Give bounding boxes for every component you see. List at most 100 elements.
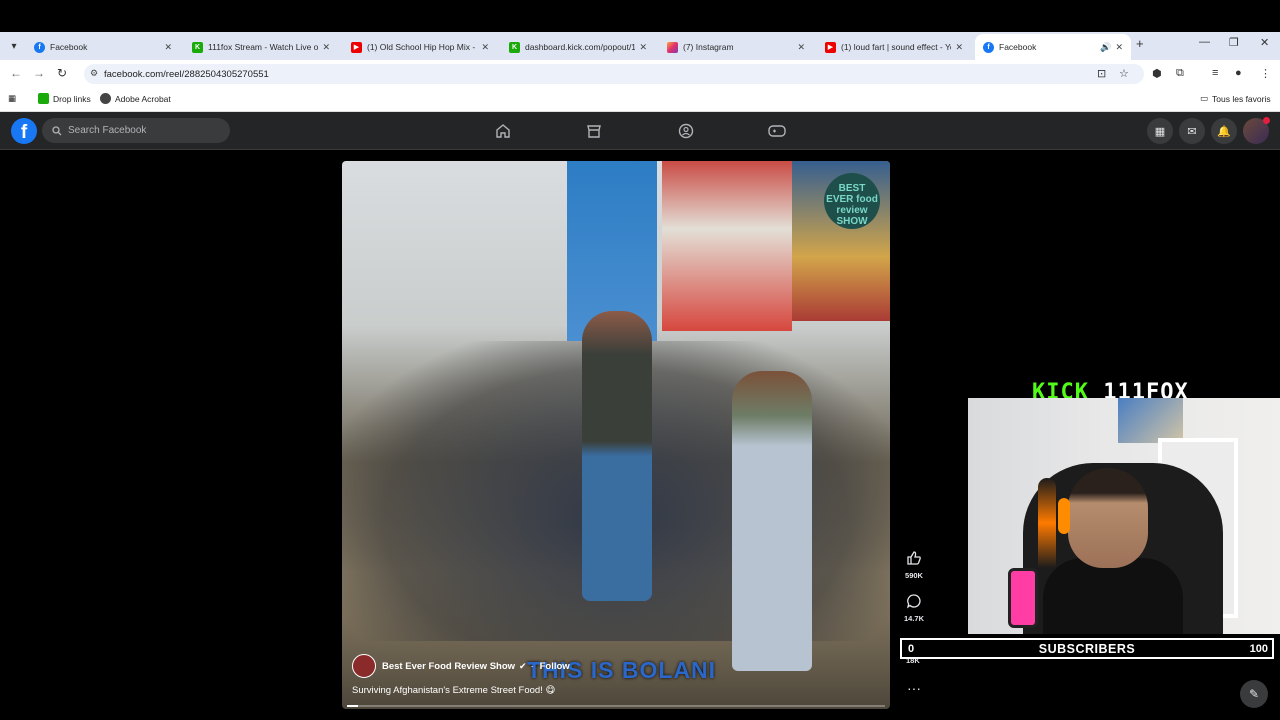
bookmark-drop-links[interactable]: Drop links xyxy=(38,93,91,104)
tab-title: Facebook xyxy=(999,42,1037,52)
tab-hip-hop-mix[interactable]: ▶ (1) Old School Hip Hop Mix - S ✕ xyxy=(343,34,497,60)
media-control-icon[interactable]: ≡ xyxy=(1212,67,1218,79)
show-watermark-logo: BEST EVER food review SHOW xyxy=(824,173,880,229)
forward-arrow-icon[interactable]: → xyxy=(33,66,45,80)
menu-dots-icon[interactable]: ⋮ xyxy=(1260,67,1271,80)
channel-name[interactable]: Best Ever Food Review Show xyxy=(382,661,515,672)
apps-grid-icon[interactable]: ▦ xyxy=(8,93,16,104)
facebook-search[interactable] xyxy=(42,118,230,143)
webcam-headset xyxy=(1058,498,1070,534)
messenger-icon[interactable]: ✉ xyxy=(1179,118,1205,144)
reel-channel-row: Best Ever Food Review Show ✔ · Follow xyxy=(352,654,570,678)
reload-icon[interactable]: ↻ xyxy=(57,66,67,80)
bookmarks-bar: ▦ Drop links Adobe Acrobat ▭ Tous les fa… xyxy=(0,88,1280,112)
tab-title: (1) loud fart | sound effect - Yo xyxy=(841,42,952,52)
url-field[interactable]: facebook.com/reel/2882504305270551 xyxy=(84,64,1144,84)
verified-badge-icon: ✔ xyxy=(519,660,527,671)
tab-title: 111fox Stream - Watch Live on xyxy=(208,42,319,52)
tab-title: (1) Old School Hip Hop Mix - S xyxy=(367,42,478,52)
bookmark-label: Drop links xyxy=(53,93,91,104)
install-app-icon[interactable]: ⊡ xyxy=(1097,67,1106,80)
globe-icon: · xyxy=(530,661,534,671)
tab-title: dashboard.kick.com/popout/11 xyxy=(525,42,636,52)
window-close-icon[interactable]: ✕ xyxy=(1260,36,1269,49)
gaming-icon[interactable] xyxy=(765,120,789,142)
tab-kick-dashboard[interactable]: K dashboard.kick.com/popout/11 ✕ xyxy=(501,34,655,60)
back-arrow-icon[interactable]: ← xyxy=(10,66,22,80)
speaker-icon[interactable]: 🔊 xyxy=(1100,42,1111,53)
kick-favicon-icon: K xyxy=(192,41,203,53)
marketplace-icon[interactable] xyxy=(582,120,606,142)
search-icon xyxy=(52,125,62,135)
facebook-favicon-icon: f xyxy=(983,41,994,53)
screen: ▾ f Facebook ✕ K 111fox Stream - Watch L… xyxy=(0,0,1280,720)
notifications-bell-icon[interactable]: 🔔 xyxy=(1211,118,1237,144)
window-top-bar xyxy=(0,0,1280,32)
tab-close-icon[interactable]: ✕ xyxy=(322,42,330,53)
like-action[interactable]: 590K xyxy=(900,550,928,580)
subscriber-goal: 100 xyxy=(1249,642,1268,655)
home-icon[interactable] xyxy=(491,120,515,142)
video-progress-bar[interactable] xyxy=(347,705,885,707)
profile-icon[interactable]: ● xyxy=(1235,67,1242,79)
tab-close-icon[interactable]: ✕ xyxy=(955,42,963,53)
tab-close-icon[interactable]: ✕ xyxy=(797,42,805,53)
subscriber-label: SUBSCRIBERS xyxy=(1038,641,1136,656)
tab-instagram[interactable]: (7) Instagram ✕ xyxy=(659,34,813,60)
youtube-favicon-icon: ▶ xyxy=(351,41,362,53)
reel-video[interactable]: BEST EVER food review SHOW THIS IS BOLAN… xyxy=(342,161,890,709)
facebook-logo-icon[interactable]: f xyxy=(11,118,37,144)
comment-bubble-icon xyxy=(900,593,928,612)
tab-title: (7) Instagram xyxy=(683,42,734,52)
all-bookmarks[interactable]: ▭ Tous les favoris xyxy=(1200,93,1271,104)
instagram-favicon-icon xyxy=(667,41,678,53)
subscriber-goal-bar: 0 SUBSCRIBERS 100 xyxy=(900,638,1274,659)
thumbs-up-icon xyxy=(900,550,928,569)
url-text: facebook.com/reel/2882504305270551 xyxy=(104,68,269,80)
watermark-text: BEST EVER food review SHOW xyxy=(826,183,878,227)
all-bookmarks-label: Tous les favoris xyxy=(1212,93,1271,104)
maximize-icon[interactable]: ❐ xyxy=(1229,36,1239,49)
search-input[interactable] xyxy=(68,125,218,136)
minimize-icon[interactable]: — xyxy=(1199,36,1210,48)
facebook-favicon-icon: f xyxy=(34,41,45,53)
tab-loud-fart[interactable]: ▶ (1) loud fart | sound effect - Yo ✕ xyxy=(817,34,971,60)
youtube-favicon-icon: ▶ xyxy=(825,41,836,53)
new-tab-plus-icon[interactable]: + xyxy=(1136,36,1144,51)
address-bar-row: ← → ↻ facebook.com/reel/2882504305270551… xyxy=(0,60,1280,88)
tab-close-icon[interactable]: ✕ xyxy=(639,42,647,53)
webcam-streamer-head xyxy=(1068,468,1148,568)
video-scene-boy xyxy=(732,371,812,671)
more-options-icon[interactable]: ··· xyxy=(900,680,928,696)
edit-pencil-icon[interactable]: ✎ xyxy=(1240,680,1268,708)
acrobat-icon xyxy=(100,93,111,104)
bookmark-star-icon[interactable]: ☆ xyxy=(1119,67,1129,80)
webcam-microphone xyxy=(1008,568,1038,628)
video-progress-fill xyxy=(347,705,358,707)
webcam-wall-poster xyxy=(1118,398,1183,443)
channel-avatar[interactable] xyxy=(352,654,376,678)
tab-facebook-1[interactable]: f Facebook ✕ xyxy=(26,34,180,60)
puzzle-extensions-icon[interactable]: ⧉ xyxy=(1176,67,1184,80)
facebook-header: f ▦ ✉ 🔔 xyxy=(0,112,1280,150)
tab-111fox-stream[interactable]: K 111fox Stream - Watch Live on ✕ xyxy=(184,34,338,60)
extension-icon[interactable]: ⬢ xyxy=(1152,67,1162,80)
follow-button[interactable]: Follow xyxy=(540,661,570,672)
tab-close-icon[interactable]: ✕ xyxy=(164,42,172,53)
bookmark-label: Adobe Acrobat xyxy=(115,93,171,104)
tab-strip: ▾ f Facebook ✕ K 111fox Stream - Watch L… xyxy=(0,32,1280,60)
groups-icon[interactable] xyxy=(674,120,698,142)
tab-close-icon[interactable]: ✕ xyxy=(1115,42,1123,53)
tab-close-icon[interactable]: ✕ xyxy=(481,42,489,53)
video-scene-host xyxy=(582,311,652,601)
bookmark-adobe-acrobat[interactable]: Adobe Acrobat xyxy=(100,93,171,104)
site-settings-icon[interactable]: ⚙ xyxy=(90,68,98,79)
facebook-logo-letter: f xyxy=(20,122,28,143)
webcam-overlay xyxy=(968,398,1280,634)
profile-avatar[interactable] xyxy=(1243,117,1270,144)
comment-action[interactable]: 14.7K xyxy=(900,593,928,623)
tab-search-chevron-icon[interactable]: ▾ xyxy=(4,36,24,56)
tab-title: Facebook xyxy=(50,42,88,52)
menu-grid-icon[interactable]: ▦ xyxy=(1147,118,1173,144)
tab-facebook-active[interactable]: f Facebook 🔊 ✕ xyxy=(975,34,1131,60)
